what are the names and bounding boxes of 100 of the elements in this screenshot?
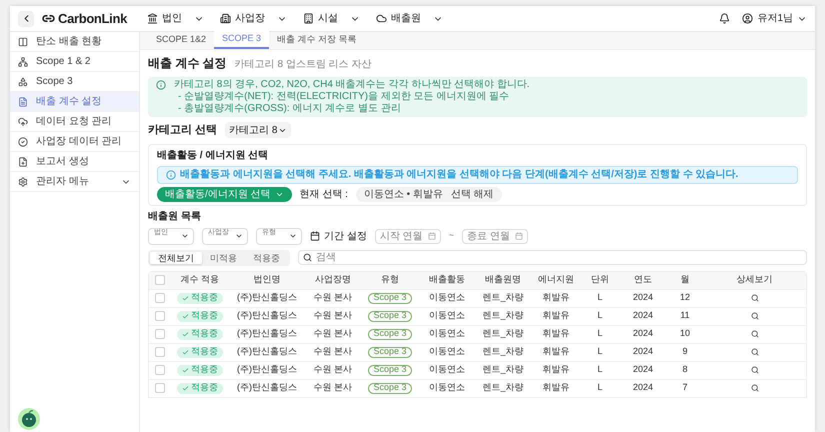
table-cell-text: 휘발유 [542, 345, 570, 358]
category-select[interactable]: 카테고리 8 [225, 122, 292, 138]
scope-tag: Scope 3 [368, 364, 412, 376]
nav-dropdown[interactable]: 법인 [146, 11, 204, 26]
search-icon[interactable] [750, 294, 758, 302]
info-text: 배출활동과 에너지원을 선택해 주세요. 배출활동과 에너지원을 선택해야 다음 단계(배출계수 선택/저장)로 진행할 수 있습니다. [180, 168, 738, 180]
scope-tag: Scope 3 [368, 382, 412, 394]
table-cell-text: 수원 본사 [314, 291, 352, 304]
current-label: 현재 선택 : [300, 188, 348, 202]
tab[interactable]: SCOPE 1&2 [148, 31, 214, 49]
checkbox[interactable] [155, 365, 165, 375]
end-date-field[interactable]: 종료 연월 [462, 228, 528, 244]
table-cell-text: 2024 [632, 345, 654, 358]
tab[interactable]: 배출 계수 저장 목록 [269, 31, 365, 49]
table-cell-text: 이동연소 [429, 363, 465, 376]
sidebar-item[interactable]: Scope 1 & 2 [10, 52, 139, 72]
table-cell-text: L [597, 345, 602, 358]
range-separator: ~ [448, 229, 454, 242]
chevron-down-icon [181, 232, 189, 240]
column-header: 유형 [380, 273, 400, 286]
table-cell-text: 2024 [632, 381, 654, 394]
table-cell-text: 12 [680, 291, 690, 304]
search-field[interactable]: 검색 [298, 250, 807, 265]
logo: CarbonLink [58, 10, 127, 28]
table-cell-text: (주)탄신홀딩스 [237, 363, 297, 376]
user-menu[interactable]: 유저1님 [742, 11, 807, 26]
section-title: 배출원 목록 [148, 210, 202, 222]
status-badge: 적용중 [177, 328, 223, 340]
user-icon [742, 13, 754, 24]
tab[interactable]: SCOPE 3 [214, 31, 270, 49]
bell-icon[interactable] [719, 13, 730, 24]
column-header: 에너지원 [537, 273, 575, 286]
segment-tab[interactable]: 적용중 [245, 252, 288, 264]
status-badge: 적용중 [177, 364, 223, 376]
search-icon[interactable] [750, 330, 758, 338]
table-cell-text: 2024 [632, 309, 654, 322]
sidebar-item[interactable]: 보고서 생성 [10, 152, 139, 172]
table-cell-text: 렌트_차량 [482, 327, 524, 340]
table-cell-text: L [597, 381, 602, 394]
clear-selection-button[interactable]: 선택 해제 [450, 186, 494, 202]
sidebar-item[interactable]: 관리자 메뉴 [10, 172, 139, 192]
checkbox[interactable] [155, 311, 165, 321]
checkbox[interactable] [155, 275, 165, 285]
search-icon [303, 253, 312, 262]
landmark-icon [146, 13, 158, 24]
table-cell-text: L [597, 309, 602, 322]
table-cell-text: L [597, 327, 602, 340]
building-icon [302, 13, 314, 24]
nav-dropdown[interactable]: 시설 [302, 11, 360, 26]
sidebar-item[interactable]: 배출 계수 설정 [10, 92, 139, 112]
table-cell-text: 이동연소 [429, 309, 465, 322]
checkbox[interactable] [155, 293, 165, 303]
sidebar-item[interactable]: 데이터 요청 관리 [10, 112, 139, 132]
table-cell-text: (주)탄신홀딩스 [237, 327, 297, 340]
checkbox[interactable] [155, 383, 165, 393]
table-cell-text: 렌트_차량 [482, 309, 524, 322]
start-date-field[interactable]: 시작 연월 [374, 228, 441, 244]
table-cell-text: 이동연소 [429, 345, 465, 358]
table-cell-text: (주)탄신홀딩스 [237, 291, 297, 304]
file-plus-icon [18, 156, 28, 166]
table-cell-text: 휘발유 [542, 291, 570, 304]
sidebar-item[interactable]: 탄소 배출 현황 [10, 32, 139, 52]
chevron-down-icon [289, 232, 297, 240]
table-cell-text: 휘발유 [542, 381, 570, 394]
shapes-icon [18, 76, 28, 86]
info-icon [156, 80, 166, 90]
checkbox[interactable] [155, 329, 165, 339]
segment-tab[interactable]: 미적용 [202, 252, 245, 264]
nav-dropdown[interactable]: 사업장 [220, 11, 287, 26]
table-cell-text: 휘발유 [542, 309, 570, 322]
status-badge: 적용중 [177, 310, 223, 322]
back-button[interactable] [18, 10, 34, 26]
notice-text: - 순발열량계수(NET): 전력(ELECTRICITY)을 제외한 모든 에너지원에 필수 [177, 91, 510, 103]
hierarchy-icon [18, 56, 28, 66]
scope-tag: Scope 3 [368, 346, 412, 358]
sidebar-item[interactable]: 사업장 데이터 관리 [10, 132, 139, 152]
search-icon[interactable] [750, 348, 758, 356]
document-icon [18, 96, 28, 106]
calendar-icon [515, 232, 524, 240]
logo-icon [42, 12, 55, 25]
nav-dropdown[interactable]: 배출원 [376, 11, 443, 26]
table-cell-text: 11 [680, 309, 690, 322]
status-badge: 적용중 [177, 382, 223, 394]
column-header: 연도 [633, 273, 653, 286]
status-badge: 적용중 [177, 346, 223, 358]
search-icon[interactable] [750, 312, 758, 320]
table-cell-text: 렌트_차량 [482, 345, 524, 358]
column-header: 단위 [590, 273, 610, 286]
segment-tab[interactable]: 전체보기 [150, 252, 202, 264]
column-header: 법인명 [252, 273, 282, 286]
scope-tag: Scope 3 [368, 292, 412, 304]
notice-text: 카테고리 8의 경우, CO2, N2O, CH4 배출계수는 각각 하나씩만 선택해야 합니다. [174, 79, 530, 91]
category-label: 카테고리 선택 [148, 123, 218, 138]
table-cell-text: 10 [680, 327, 690, 340]
search-icon[interactable] [750, 366, 758, 374]
checkbox[interactable] [155, 347, 165, 357]
page-title: 배출 계수 설정 [148, 55, 227, 72]
selection-value: 이동연소 • 휘발유 [364, 188, 443, 202]
table-cell-text: 수원 본사 [314, 363, 352, 376]
search-icon[interactable] [750, 384, 758, 392]
